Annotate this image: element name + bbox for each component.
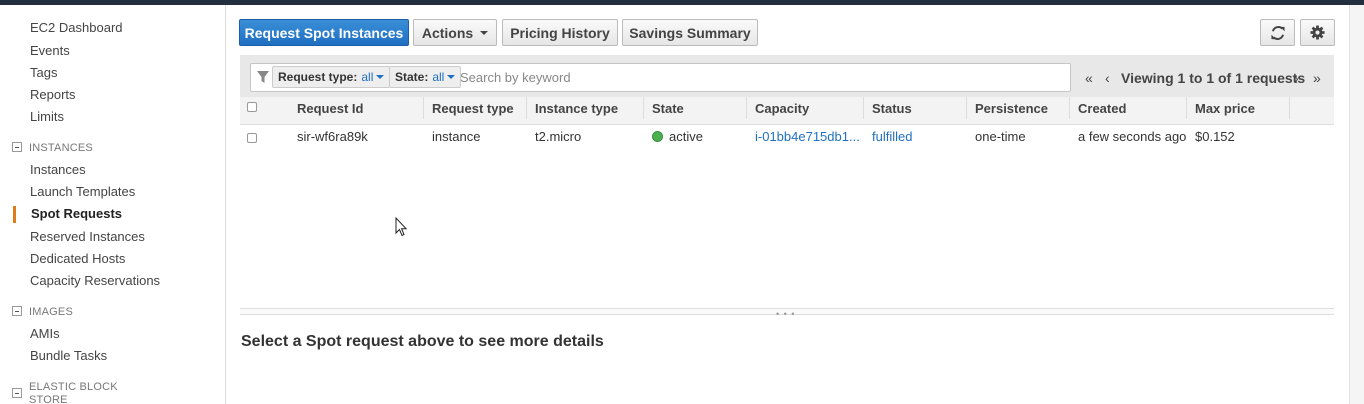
column-header-instance-type[interactable]: Instance type <box>535 101 618 116</box>
active-item-marker <box>13 206 16 223</box>
chevron-down-icon <box>447 75 456 79</box>
request-spot-instances-label: Request Spot Instances <box>244 24 404 41</box>
pager-text: Viewing 1 to 1 of 1 requests <box>1121 70 1306 86</box>
token-label: State: <box>395 70 429 84</box>
sidebar-item-tags[interactable]: Tags <box>30 65 57 80</box>
sidebar-item-launch-templates[interactable]: Launch Templates <box>30 184 135 199</box>
sidebar-item-amis[interactable]: AMIs <box>30 326 60 341</box>
last-page-icon[interactable]: » <box>1313 70 1321 86</box>
header-divider <box>240 124 1334 125</box>
status-active-icon <box>652 131 663 142</box>
token-label: Request type: <box>278 70 358 84</box>
cell-status-link[interactable]: fulfilled <box>872 129 912 144</box>
sidebar-item-reports[interactable]: Reports <box>30 87 76 102</box>
column-header-request-type[interactable]: Request type <box>432 101 514 116</box>
refresh-button[interactable] <box>1260 19 1295 46</box>
sidebar-item-instances[interactable]: Instances <box>30 162 86 177</box>
section-title: IMAGES <box>29 306 73 318</box>
collapse-icon[interactable] <box>12 142 22 152</box>
filter-token-request-type[interactable]: Request type: all <box>272 66 391 88</box>
column-header-capacity[interactable]: Capacity <box>755 101 809 116</box>
chevron-down-icon <box>376 75 385 79</box>
column-divider[interactable] <box>643 97 644 119</box>
column-divider[interactable] <box>1186 97 1187 119</box>
section-ebs-header[interactable]: ELASTIC BLOCK STORE <box>12 381 129 404</box>
request-spot-instances-button[interactable]: Request Spot Instances <box>239 19 409 46</box>
cell-request-id: sir-wf6ra89k <box>297 129 368 144</box>
gear-icon <box>1310 25 1325 40</box>
first-page-icon[interactable]: « <box>1085 70 1093 86</box>
column-divider[interactable] <box>966 97 967 119</box>
sidebar-nav: EC2 Dashboard Events Tags Reports Limits… <box>0 5 226 404</box>
column-divider[interactable] <box>863 97 864 119</box>
row-checkbox[interactable] <box>247 133 257 143</box>
savings-summary-label: Savings Summary <box>629 24 751 41</box>
settings-button[interactable] <box>1300 19 1335 46</box>
cell-persistence: one-time <box>975 129 1026 144</box>
sidebar-item-limits[interactable]: Limits <box>30 109 64 124</box>
state-text: active <box>669 129 703 144</box>
section-title: INSTANCES <box>29 142 93 154</box>
column-header-state[interactable]: State <box>652 101 684 116</box>
sidebar-item-spot-requests[interactable]: Spot Requests <box>31 206 122 221</box>
savings-summary-button[interactable]: Savings Summary <box>622 19 758 46</box>
search-input[interactable] <box>460 68 1060 86</box>
column-header-created[interactable]: Created <box>1078 101 1126 116</box>
actions-dropdown[interactable]: Actions <box>413 19 497 46</box>
column-divider[interactable] <box>1069 97 1070 119</box>
sidebar-item-events[interactable]: Events <box>30 43 70 58</box>
column-divider[interactable] <box>746 97 747 119</box>
cell-state: active <box>652 129 703 144</box>
sidebar-item-capacity-reservations[interactable]: Capacity Reservations <box>30 273 160 288</box>
details-placeholder-message: Select a Spot request above to see more … <box>241 333 604 350</box>
column-header-persistence[interactable]: Persistence <box>975 101 1048 116</box>
column-header-max-price[interactable]: Max price <box>1195 101 1255 116</box>
select-all-checkbox[interactable] <box>247 102 257 112</box>
token-value: all <box>361 70 374 84</box>
section-title: ELASTIC BLOCK STORE <box>29 381 118 404</box>
cell-max-price: $0.152 <box>1195 129 1235 144</box>
cell-created: a few seconds ago <box>1078 129 1187 144</box>
sidebar-item-dedicated-hosts[interactable]: Dedicated Hosts <box>30 251 125 266</box>
collapse-icon[interactable] <box>12 306 22 316</box>
sidebar-item-reserved-instances[interactable]: Reserved Instances <box>30 229 145 244</box>
actions-label: Actions <box>421 24 474 41</box>
column-header-status[interactable]: Status <box>872 101 912 116</box>
chevron-down-icon <box>480 30 489 35</box>
mouse-cursor-icon <box>395 217 407 237</box>
column-divider[interactable] <box>526 97 527 119</box>
drag-handle-icon[interactable]: • • • <box>776 309 795 319</box>
filter-token-state[interactable]: State: all <box>389 66 462 88</box>
section-instances-header[interactable]: INSTANCES <box>12 142 129 155</box>
token-value: all <box>432 70 445 84</box>
column-header-request-id[interactable]: Request Id <box>297 101 363 116</box>
column-divider[interactable] <box>423 97 424 119</box>
section-images-header[interactable]: IMAGES <box>12 306 129 319</box>
prev-page-icon[interactable]: ‹ <box>1105 70 1110 86</box>
cell-capacity-link[interactable]: i-01bb4e715db1... <box>755 129 860 144</box>
sidebar-item-bundle-tasks[interactable]: Bundle Tasks <box>30 348 107 363</box>
column-divider[interactable] <box>1289 97 1290 119</box>
collapse-icon[interactable] <box>12 388 22 398</box>
page-scrollbar[interactable] <box>1349 5 1364 404</box>
pricing-history-label: Pricing History <box>510 24 610 41</box>
cell-instance-type: t2.micro <box>535 129 582 144</box>
cell-request-type: instance <box>432 129 481 144</box>
filter-icon <box>257 71 269 83</box>
pricing-history-button[interactable]: Pricing History <box>502 19 618 46</box>
sidebar-item-ec2-dashboard[interactable]: EC2 Dashboard <box>30 20 123 35</box>
next-page-icon[interactable]: › <box>1294 70 1299 86</box>
refresh-icon <box>1270 25 1285 40</box>
